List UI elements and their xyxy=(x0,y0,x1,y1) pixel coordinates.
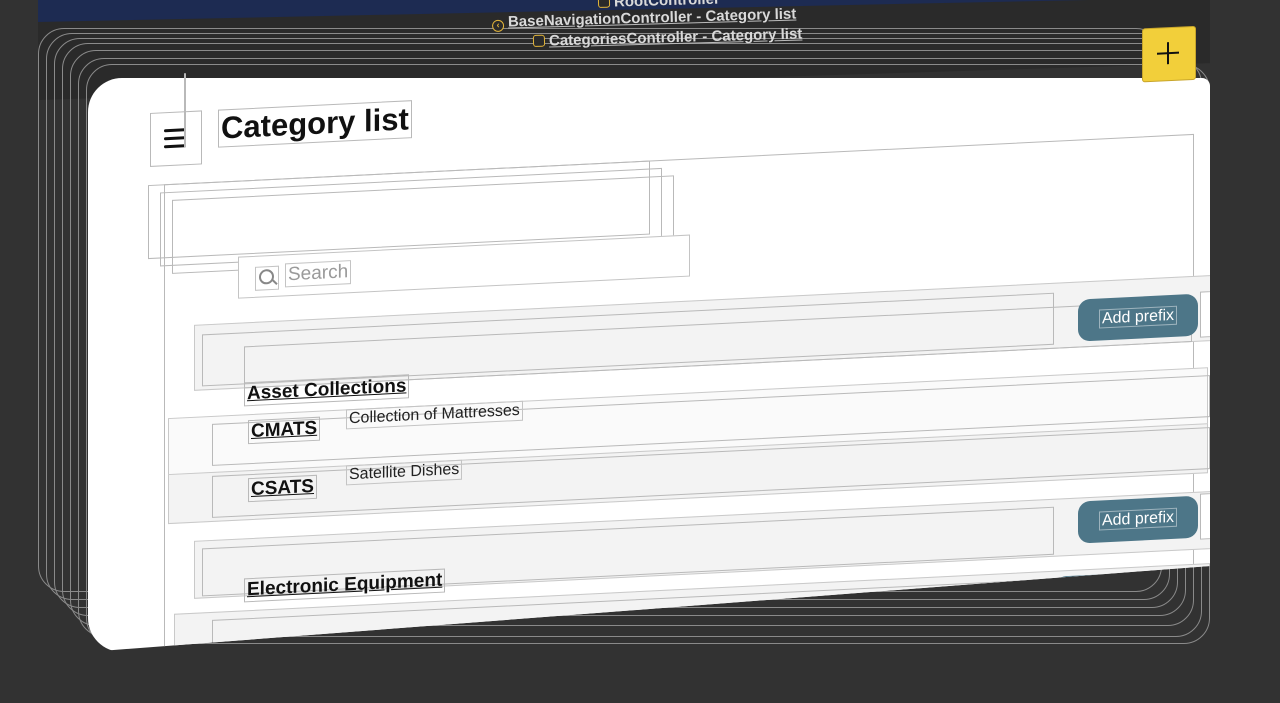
item-code: CMATS xyxy=(248,416,321,445)
hamburger-icon xyxy=(164,128,186,133)
menu-button[interactable] xyxy=(150,110,202,167)
screen-content: Category list Search Asset Collections A… xyxy=(88,23,1210,652)
search-input[interactable]: Search xyxy=(285,260,352,288)
page-title: Category list xyxy=(218,100,412,148)
collapse-chevron-up-icon[interactable] xyxy=(1200,289,1210,338)
square-icon xyxy=(532,34,546,47)
header-outline xyxy=(184,73,186,148)
search-icon xyxy=(255,265,279,291)
item-code: CSATS xyxy=(248,474,317,503)
expand-chevron-down-icon[interactable] xyxy=(1200,491,1210,540)
categories-screen: Category list Search Asset Collections A… xyxy=(88,25,1210,652)
add-prefix-button[interactable]: Add prefix xyxy=(1078,293,1198,342)
square-icon xyxy=(597,0,611,8)
add-prefix-button[interactable]: Add prefix xyxy=(1078,495,1198,544)
group-title-iso-containers[interactable]: ISO Containers xyxy=(222,646,366,652)
add-category-button[interactable] xyxy=(1142,25,1196,83)
view-hierarchy-debugger: RootController ‹ BaseNavigationController… xyxy=(0,0,1280,703)
back-arrow-icon: ‹ xyxy=(491,19,505,32)
